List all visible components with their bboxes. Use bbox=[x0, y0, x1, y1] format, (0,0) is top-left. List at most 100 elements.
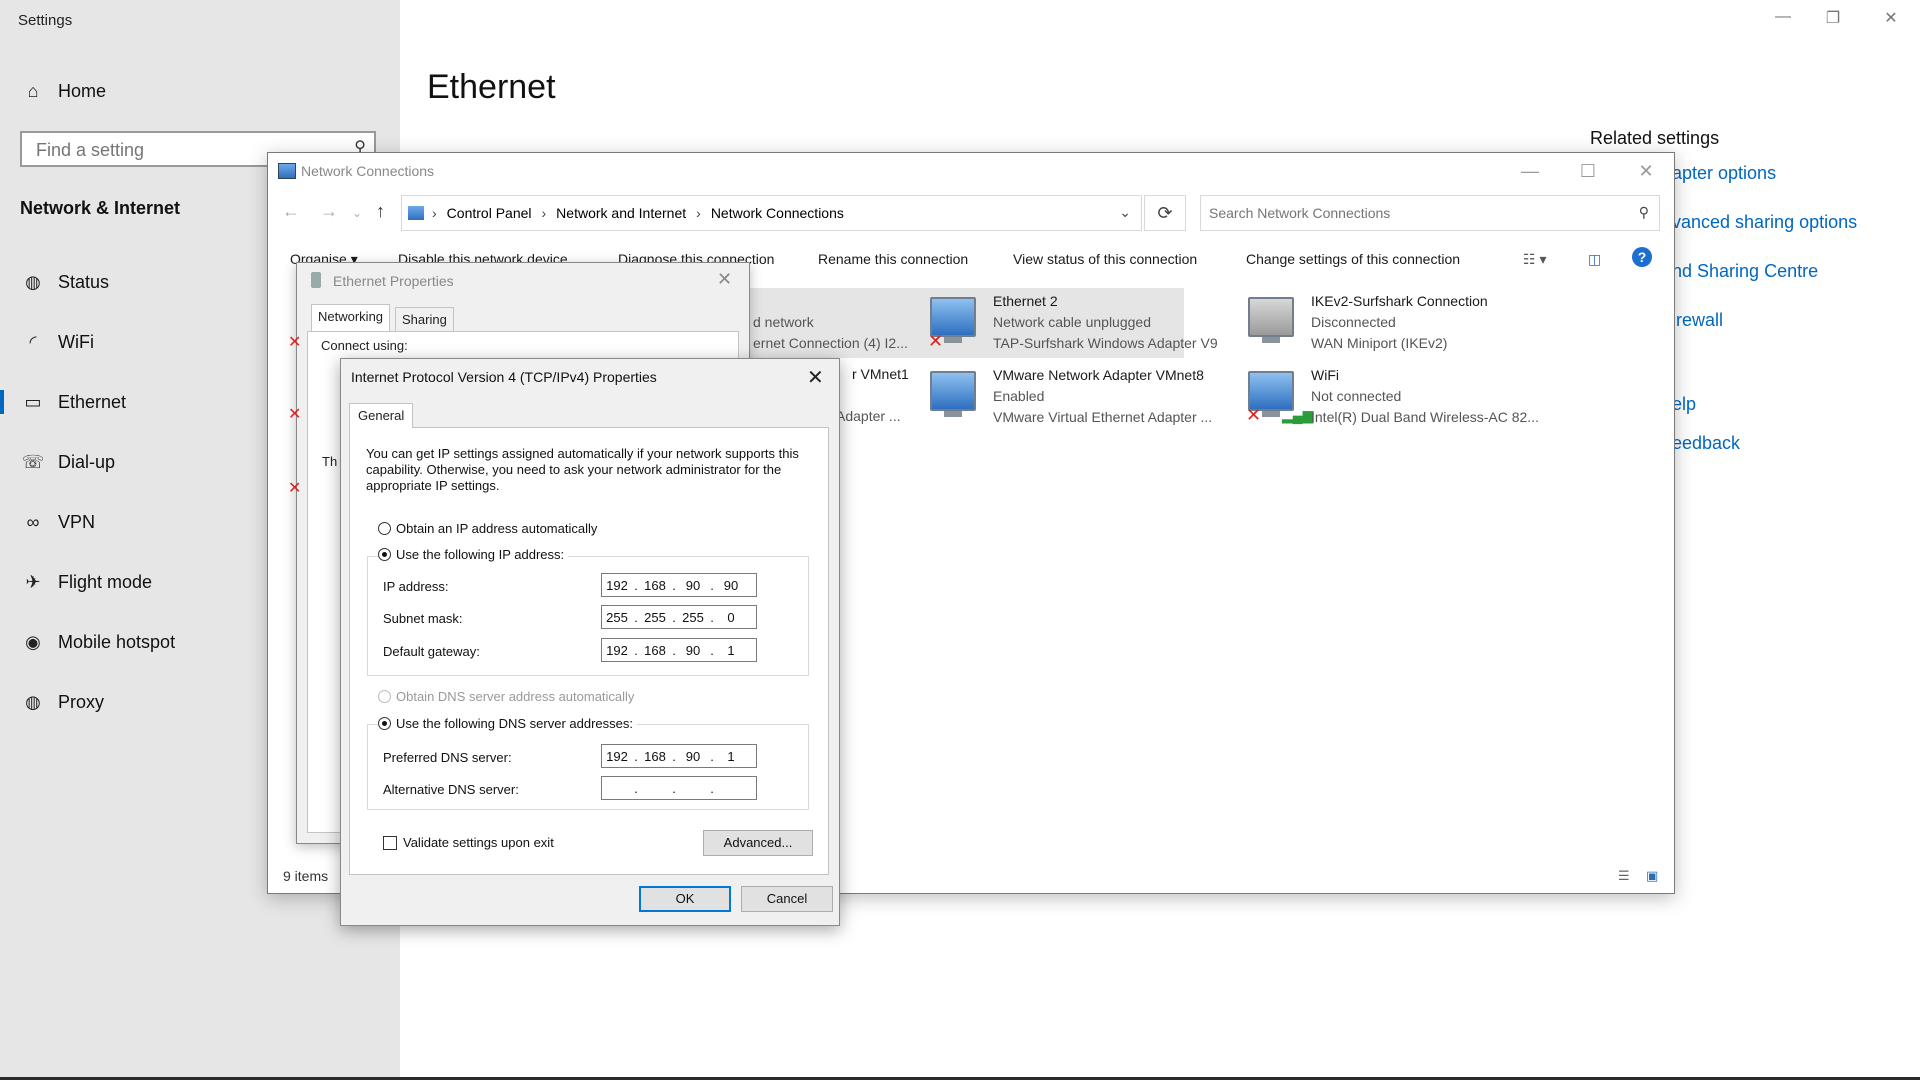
nc-search[interactable]: ⚲ bbox=[1200, 195, 1660, 231]
radio-dot[interactable] bbox=[378, 548, 391, 561]
network-adapter-icon bbox=[930, 371, 976, 417]
chevron-right-icon: › bbox=[541, 205, 547, 221]
address-bar[interactable]: › Control Panel › Network and Internet ›… bbox=[401, 195, 1142, 231]
connection-status: Enabled bbox=[993, 388, 1045, 404]
related-link-help[interactable]: elp bbox=[1672, 394, 1696, 415]
home-icon: ⌂ bbox=[27, 80, 39, 101]
nc-minimize-button[interactable]: — bbox=[1501, 153, 1559, 189]
octet: 0 bbox=[727, 609, 735, 625]
connection-status: Network cable unplugged bbox=[993, 314, 1151, 330]
nav-item-label: Dial-up bbox=[58, 451, 116, 472]
page-title: Ethernet bbox=[427, 68, 556, 106]
octet: 255 bbox=[682, 609, 704, 625]
ethernet-properties-close-button[interactable]: ✕ bbox=[717, 269, 732, 290]
nav-home[interactable]: ⌂ Home bbox=[0, 67, 400, 115]
forward-arrow-icon[interactable]: → bbox=[320, 201, 338, 222]
change-settings-command[interactable]: Change settings of this connection bbox=[1246, 251, 1460, 267]
octet: 90 bbox=[685, 642, 701, 658]
search-icon[interactable]: ⚲ bbox=[1639, 204, 1649, 221]
related-settings-title: Related settings bbox=[1590, 128, 1720, 148]
connection-name: WiFi bbox=[1311, 367, 1339, 383]
globe-icon: ◍ bbox=[25, 691, 41, 712]
validate-settings-checkbox[interactable]: Validate settings upon exit bbox=[383, 835, 554, 850]
nc-search-input[interactable] bbox=[1201, 196, 1621, 230]
subnet-mask-label: Subnet mask: bbox=[383, 611, 463, 626]
octet: 255 bbox=[606, 609, 628, 625]
nav-home-label: Home bbox=[58, 80, 107, 101]
connection-name: Ethernet 2 bbox=[993, 293, 1058, 309]
dialup-icon: ☏ bbox=[21, 451, 45, 472]
connection-status: Not connected bbox=[1311, 388, 1402, 404]
octet: 168 bbox=[644, 642, 666, 658]
ip-address-field[interactable]: 192. 168. 90. 90 bbox=[601, 573, 757, 597]
related-link-sharing-options[interactable]: vanced sharing options bbox=[1672, 212, 1857, 233]
nc-maximize-button[interactable]: ☐ bbox=[1559, 153, 1617, 189]
view-options-icon[interactable]: ☷ ▾ bbox=[1523, 251, 1546, 268]
vpn-adapter-icon bbox=[1248, 297, 1294, 343]
refresh-button[interactable]: ⟳ bbox=[1144, 195, 1186, 231]
up-arrow-icon[interactable]: ↑ bbox=[376, 201, 385, 222]
octet: 255 bbox=[644, 609, 666, 625]
ok-button[interactable]: OK bbox=[639, 886, 731, 912]
connection-device: WAN Miniport (IKEv2) bbox=[1311, 335, 1448, 351]
preview-pane-icon[interactable]: ◫ bbox=[1588, 251, 1601, 268]
octet: 90 bbox=[723, 577, 739, 593]
tab-sharing[interactable]: Sharing bbox=[395, 307, 454, 332]
partial-item-line2: d network bbox=[753, 314, 814, 330]
help-icon[interactable]: ? bbox=[1632, 247, 1652, 267]
preferred-dns-field[interactable]: 192. 168. 90. 1 bbox=[601, 744, 757, 768]
back-arrow-icon[interactable]: ← bbox=[282, 201, 300, 222]
ipv4-properties-dialog: Internet Protocol Version 4 (TCP/IPv4) P… bbox=[340, 358, 840, 926]
signal-bars-icon: ▂▄▆ bbox=[1282, 407, 1314, 423]
breadcrumb-network-internet[interactable]: Network and Internet bbox=[556, 205, 686, 221]
error-x-icon: ✕ bbox=[288, 406, 302, 423]
breadcrumb-network-connections[interactable]: Network Connections bbox=[711, 205, 844, 221]
nav-item-label: Flight mode bbox=[58, 571, 153, 592]
nc-close-button[interactable]: ✕ bbox=[1617, 153, 1675, 189]
checkbox-box[interactable] bbox=[383, 835, 397, 850]
recent-dropdown-icon[interactable]: ⌄ bbox=[352, 206, 362, 220]
connection-device: Intel(R) Dual Band Wireless-AC 82... bbox=[1311, 409, 1539, 425]
cancel-button[interactable]: Cancel bbox=[741, 886, 833, 912]
nav-item-label: Status bbox=[58, 271, 110, 292]
chevron-down-icon[interactable]: ⌄ bbox=[1119, 204, 1131, 221]
connection-ikev2-surfshark[interactable]: IKEv2-Surfshark Connection Disconnected … bbox=[1246, 293, 1546, 359]
octet: 90 bbox=[685, 577, 701, 593]
radio-dot[interactable] bbox=[378, 690, 391, 703]
radio-label: Obtain DNS server address automatically bbox=[396, 689, 635, 704]
large-icons-view-icon[interactable]: ▣ bbox=[1646, 868, 1658, 884]
related-link-sharing-centre[interactable]: nd Sharing Centre bbox=[1672, 261, 1818, 282]
use-following-ip-radio[interactable]: Use the following IP address: bbox=[378, 547, 569, 562]
rename-command[interactable]: Rename this connection bbox=[818, 251, 968, 267]
advanced-button[interactable]: Advanced... bbox=[703, 830, 813, 856]
subnet-mask-field[interactable]: 255. 255. 255. 0 bbox=[601, 605, 757, 629]
close-button[interactable]: ✕ bbox=[1868, 8, 1914, 32]
use-following-dns-radio[interactable]: Use the following DNS server addresses: bbox=[378, 716, 637, 731]
ipv4-close-button[interactable]: ✕ bbox=[807, 365, 824, 390]
obtain-dns-auto-radio[interactable]: Obtain DNS server address automatically bbox=[378, 689, 634, 704]
tab-networking[interactable]: Networking bbox=[311, 304, 391, 332]
related-link-feedback[interactable]: eedback bbox=[1672, 433, 1740, 454]
tab-general[interactable]: General bbox=[349, 403, 414, 428]
connection-ethernet-2[interactable]: ✕ Ethernet 2 Network cable unplugged TAP… bbox=[928, 293, 1228, 359]
obtain-ip-auto-radio[interactable]: Obtain an IP address automatically bbox=[378, 521, 597, 536]
default-gateway-label: Default gateway: bbox=[383, 644, 480, 659]
octet: 168 bbox=[644, 577, 666, 593]
default-gateway-field[interactable]: 192. 168. 90. 1 bbox=[601, 638, 757, 662]
details-view-icon[interactable]: ☰ bbox=[1618, 868, 1630, 884]
minimize-button[interactable]: — bbox=[1760, 8, 1806, 32]
view-status-command[interactable]: View status of this connection bbox=[1013, 251, 1197, 267]
connection-status: Disconnected bbox=[1311, 314, 1396, 330]
network-connections-icon bbox=[278, 163, 296, 179]
radio-dot[interactable] bbox=[378, 522, 391, 535]
breadcrumb-control-panel[interactable]: Control Panel bbox=[447, 205, 532, 221]
radio-dot[interactable] bbox=[378, 717, 391, 730]
restore-button[interactable]: ❐ bbox=[1810, 8, 1856, 32]
related-link-adapter-options[interactable]: apter options bbox=[1672, 163, 1776, 184]
connection-vmware-vmnet8[interactable]: VMware Network Adapter VMnet8 Enabled VM… bbox=[928, 367, 1228, 433]
related-link-firewall[interactable]: irewall bbox=[1672, 310, 1723, 331]
connection-wifi[interactable]: ✕ ▂▄▆ WiFi Not connected Intel(R) Dual B… bbox=[1246, 367, 1546, 433]
alternative-dns-field[interactable]: . . . bbox=[601, 776, 757, 800]
preferred-dns-label: Preferred DNS server: bbox=[383, 750, 512, 765]
ipv4-intro-text: You can get IP settings assigned automat… bbox=[366, 446, 799, 493]
